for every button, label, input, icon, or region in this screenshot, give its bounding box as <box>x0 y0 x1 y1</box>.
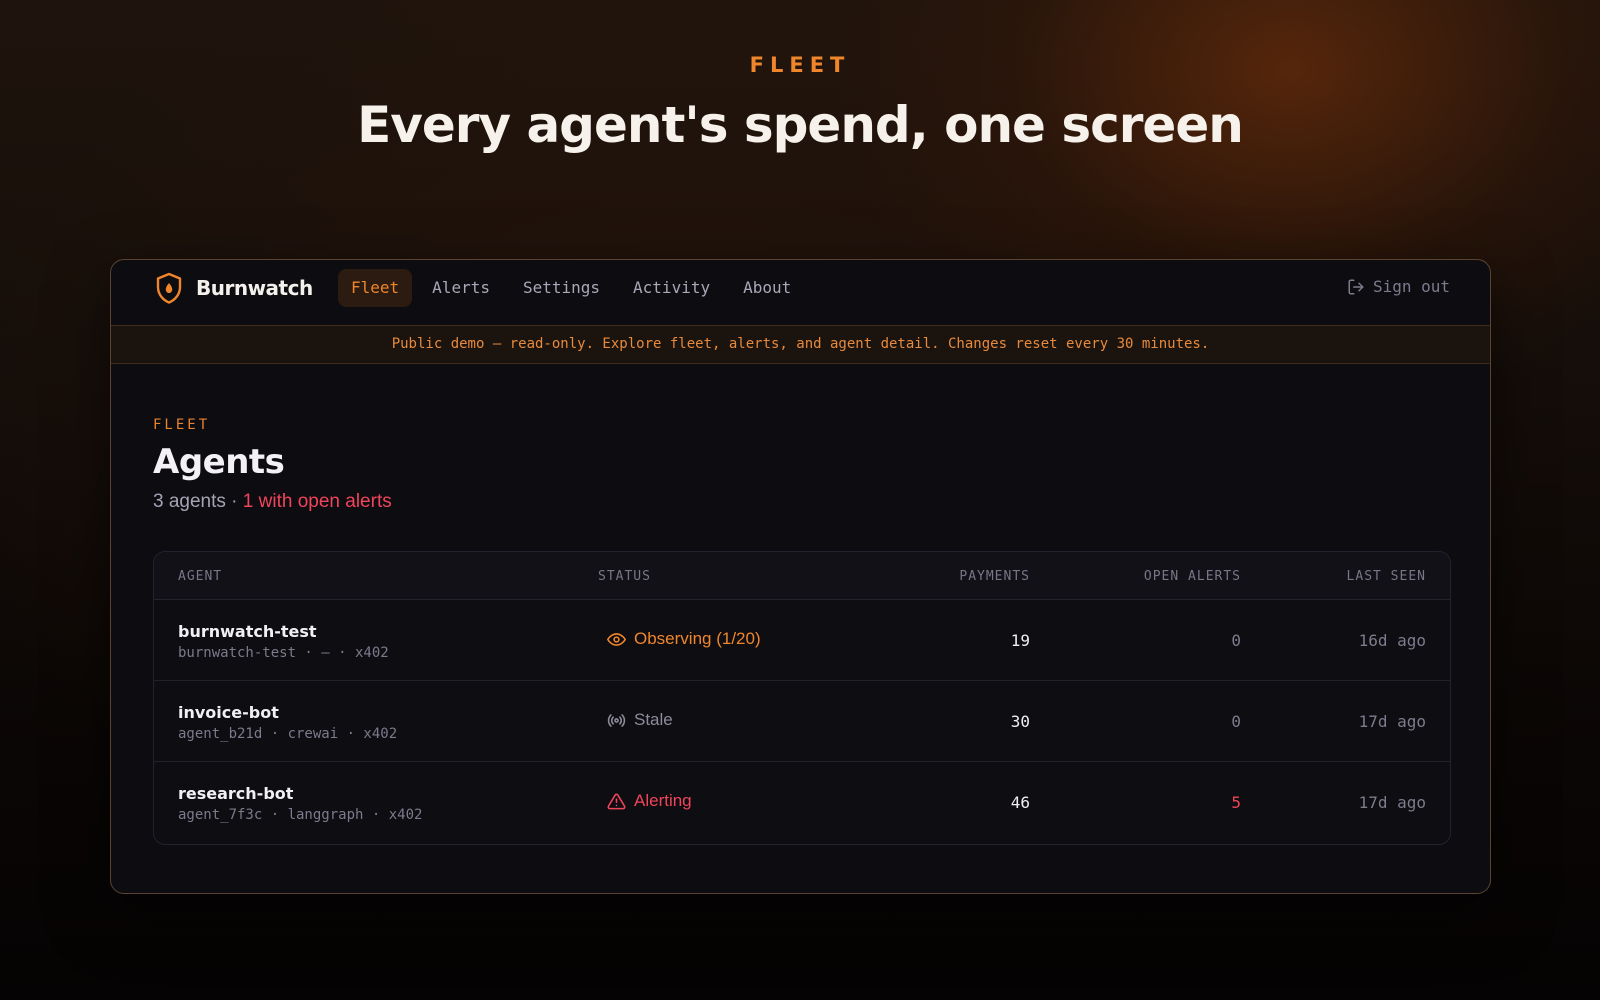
agent-meta: agent_7f3c · langgraph · x402 <box>178 807 423 823</box>
sign-out-icon <box>1348 279 1364 294</box>
brand[interactable]: Burnwatch <box>155 272 313 304</box>
agent-name[interactable]: invoice-bot <box>178 703 279 722</box>
agent-count: 3 agents <box>153 491 226 512</box>
demo-banner: Public demo — read-only. Explore fleet, … <box>111 325 1490 364</box>
col-agent[interactable]: AGENT <box>178 569 222 584</box>
agents-table: AGENT STATUS PAYMENTS OPEN ALERTS LAST S… <box>153 551 1451 845</box>
col-open-alerts[interactable]: OPEN ALERTS <box>1144 569 1241 584</box>
agent-name[interactable]: burnwatch-test <box>178 622 317 641</box>
sign-out-button[interactable]: Sign out <box>1347 277 1450 296</box>
open-alerts-count: 5 <box>1231 793 1241 812</box>
payments-count: 19 <box>1010 631 1030 650</box>
col-payments[interactable]: PAYMENTS <box>959 569 1030 584</box>
summary-separator: · <box>225 491 243 512</box>
broadcast-icon <box>607 713 626 727</box>
table-header: AGENT STATUS PAYMENTS OPEN ALERTS LAST S… <box>154 552 1450 600</box>
hero-title: Every agent's spend, one screen <box>357 96 1244 154</box>
open-alerts-count: 0 <box>1231 712 1241 731</box>
sign-out-label: Sign out <box>1372 277 1450 296</box>
warning-triangle-icon <box>607 793 626 809</box>
table-row[interactable]: invoice-bot agent_b21d · crewai · x402 S… <box>154 681 1450 762</box>
table-row[interactable]: research-bot agent_7f3c · langgraph · x4… <box>154 762 1450 843</box>
main-nav: Fleet Alerts Settings Activity About <box>338 269 811 307</box>
shield-flame-icon <box>156 272 182 304</box>
eye-icon <box>607 632 626 646</box>
last-seen: 17d ago <box>1358 712 1426 731</box>
agent-name[interactable]: research-bot <box>178 784 293 803</box>
page-eyebrow: FLEET <box>153 417 211 433</box>
last-seen: 17d ago <box>1358 793 1426 812</box>
status-badge: Alerting <box>607 791 692 811</box>
nav-settings[interactable]: Settings <box>510 269 613 307</box>
fleet-summary: 3 agents · 1 with open alerts <box>153 491 392 513</box>
agent-meta: agent_b21d · crewai · x402 <box>178 726 398 742</box>
col-last-seen[interactable]: LAST SEEN <box>1347 569 1426 584</box>
status-badge: Stale <box>607 710 673 730</box>
app-window: Burnwatch Fleet Alerts Settings Activity… <box>110 259 1491 894</box>
nav-activity[interactable]: Activity <box>620 269 723 307</box>
payments-count: 46 <box>1010 793 1030 812</box>
status-label: Stale <box>634 710 673 729</box>
last-seen: 16d ago <box>1358 631 1426 650</box>
page-title: Agents <box>153 442 285 482</box>
brand-name: Burnwatch <box>196 276 313 300</box>
nav-about[interactable]: About <box>730 269 804 307</box>
payments-count: 30 <box>1010 712 1030 731</box>
nav-alerts[interactable]: Alerts <box>419 269 503 307</box>
open-alerts-count: 0 <box>1231 631 1241 650</box>
agent-meta: burnwatch-test · — · x402 <box>178 645 389 661</box>
top-navbar: Burnwatch Fleet Alerts Settings Activity… <box>111 260 1490 325</box>
status-badge: Observing (1/20) <box>607 629 761 649</box>
open-alerts-summary[interactable]: 1 with open alerts <box>243 491 392 512</box>
status-label: Observing (1/20) <box>634 629 761 648</box>
table-row[interactable]: burnwatch-test burnwatch-test · — · x402… <box>154 600 1450 681</box>
status-label: Alerting <box>634 791 692 810</box>
col-status[interactable]: STATUS <box>598 569 651 584</box>
nav-fleet[interactable]: Fleet <box>338 269 413 307</box>
hero-eyebrow: FLEET <box>749 53 851 77</box>
